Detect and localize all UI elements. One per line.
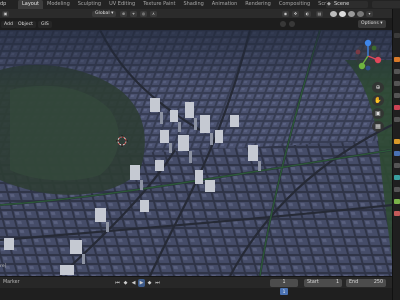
properties-sidebar bbox=[392, 9, 400, 300]
camera-view-icon[interactable]: ▣ bbox=[372, 108, 384, 119]
start-frame-field[interactable]: Start 1 bbox=[304, 279, 342, 287]
lock-toggle-icon[interactable] bbox=[289, 21, 295, 27]
current-frame-field[interactable]: 1 bbox=[270, 279, 298, 287]
scene-icon: ◆ bbox=[327, 1, 331, 7]
jump-end-icon[interactable]: ⏭ bbox=[154, 279, 161, 287]
scene-name: Scene bbox=[334, 1, 350, 7]
shading-wireframe-icon[interactable] bbox=[330, 10, 337, 17]
orientation-dropdown[interactable]: Global ▾ bbox=[92, 10, 117, 17]
output-props-icon[interactable] bbox=[394, 81, 400, 86]
start-value: 1 bbox=[335, 280, 339, 285]
end-frame-field[interactable]: End 250 bbox=[346, 279, 386, 287]
y-axis-handle[interactable] bbox=[358, 62, 366, 70]
3d-viewport[interactable]: re] bbox=[0, 30, 392, 276]
physics-props-icon[interactable] bbox=[394, 175, 400, 180]
viewport-tool-header: Add Object GIS Options ▾ bbox=[0, 18, 392, 30]
world-props-icon[interactable] bbox=[394, 117, 400, 122]
shading-rendered-icon[interactable] bbox=[357, 10, 364, 17]
perspective-toggle-icon[interactable]: ▦ bbox=[372, 121, 384, 132]
shading-material-icon[interactable] bbox=[348, 10, 355, 17]
tool-props-icon[interactable] bbox=[394, 57, 400, 62]
overlay-icon[interactable]: ◐ bbox=[304, 10, 311, 17]
distance-fog bbox=[0, 30, 392, 90]
data-props-icon[interactable] bbox=[394, 199, 400, 204]
view-layer-selector[interactable] bbox=[372, 1, 400, 8]
play-icon[interactable]: ▶ bbox=[138, 279, 145, 287]
next-keyframe-icon[interactable]: ◆ bbox=[146, 279, 153, 287]
object-menu[interactable]: Object bbox=[15, 21, 36, 28]
tab-shading[interactable]: Shading bbox=[179, 0, 207, 9]
pan-hand-icon[interactable]: ✋ bbox=[372, 95, 384, 106]
tab-rendering[interactable]: Rendering bbox=[241, 0, 275, 9]
viewport-text-fragment: re] bbox=[0, 264, 7, 269]
constraints-props-icon[interactable] bbox=[394, 187, 400, 192]
viewport-header: ▣ Global ▾ ⊕ ⌖ ◎ ∧ ◉ ✥ ◐ ▤ ▾ bbox=[0, 9, 392, 18]
proportional-icon[interactable]: ◎ bbox=[140, 10, 147, 17]
z-axis-handle[interactable] bbox=[364, 39, 372, 47]
playhead[interactable]: 1 bbox=[280, 288, 288, 295]
snap-icon[interactable]: ⌖ bbox=[130, 10, 137, 17]
menu-fragment[interactable]: dp bbox=[0, 0, 6, 9]
prev-keyframe-icon[interactable]: ◆ bbox=[122, 279, 129, 287]
scene-props-icon[interactable] bbox=[394, 105, 400, 110]
xray-icon[interactable]: ▤ bbox=[316, 10, 323, 17]
play-reverse-icon[interactable]: ◀ bbox=[130, 279, 137, 287]
workspace-tabs: Layout Modeling Sculpting UV Editing Texture… bbox=[18, 0, 353, 9]
jump-start-icon[interactable]: ⏮ bbox=[114, 279, 121, 287]
city-scene bbox=[0, 30, 392, 276]
render-props-icon[interactable] bbox=[394, 69, 400, 74]
timeline-ruler[interactable]: 1 bbox=[0, 288, 392, 300]
options-label: Options bbox=[361, 21, 379, 26]
modifier-props-icon[interactable] bbox=[394, 151, 400, 156]
tab-compositing[interactable]: Compositing bbox=[275, 0, 314, 9]
tab-animation[interactable]: Animation bbox=[208, 0, 242, 9]
particles-props-icon[interactable] bbox=[394, 163, 400, 168]
view-layer-props-icon[interactable] bbox=[394, 93, 400, 98]
x-axis-handle[interactable] bbox=[374, 56, 382, 64]
blender-window: dp Layout Modeling Sculpting UV Editing Text… bbox=[0, 0, 400, 300]
gizmo-toggle-icon[interactable]: ✥ bbox=[292, 10, 299, 17]
camera-toggle-icon[interactable] bbox=[280, 21, 286, 27]
object-props-icon[interactable] bbox=[394, 139, 400, 144]
shading-solid-icon[interactable] bbox=[339, 10, 346, 17]
gis-menu[interactable]: GIS bbox=[38, 21, 52, 28]
start-label: Start bbox=[307, 280, 319, 285]
shading-options-icon[interactable]: ▾ bbox=[366, 10, 373, 17]
sidebar-toggle-icon[interactable] bbox=[394, 33, 400, 38]
tab-uv-editing[interactable]: UV Editing bbox=[105, 0, 139, 9]
top-menu-bar: dp Layout Modeling Sculpting UV Editing Text… bbox=[0, 0, 400, 9]
proportional-falloff-icon[interactable]: ∧ bbox=[150, 10, 157, 17]
pivot-icon[interactable]: ⊕ bbox=[120, 10, 127, 17]
orientation-label: Global bbox=[95, 10, 110, 16]
end-value: 250 bbox=[373, 280, 383, 285]
zoom-icon[interactable]: ⊕ bbox=[372, 82, 384, 93]
timeline-header: Marker ⏮ ◆ ◀ ▶ ◆ ⏭ 1 Start 1 End 250 bbox=[0, 276, 392, 288]
tab-texture-paint[interactable]: Texture Paint bbox=[139, 0, 179, 9]
visibility-icon[interactable]: ◉ bbox=[282, 10, 289, 17]
tab-layout[interactable]: Layout bbox=[18, 0, 43, 9]
options-dropdown[interactable]: Options ▾ bbox=[358, 20, 386, 28]
editor-type-icon[interactable]: ▣ bbox=[2, 10, 9, 17]
scene-selector[interactable]: ◆ Scene bbox=[326, 1, 368, 8]
add-menu[interactable]: Add bbox=[1, 21, 16, 28]
tab-sculpting[interactable]: Sculpting bbox=[74, 0, 105, 9]
material-props-icon[interactable] bbox=[394, 211, 400, 216]
tab-modeling[interactable]: Modeling bbox=[43, 0, 74, 9]
end-label: End bbox=[349, 280, 359, 285]
